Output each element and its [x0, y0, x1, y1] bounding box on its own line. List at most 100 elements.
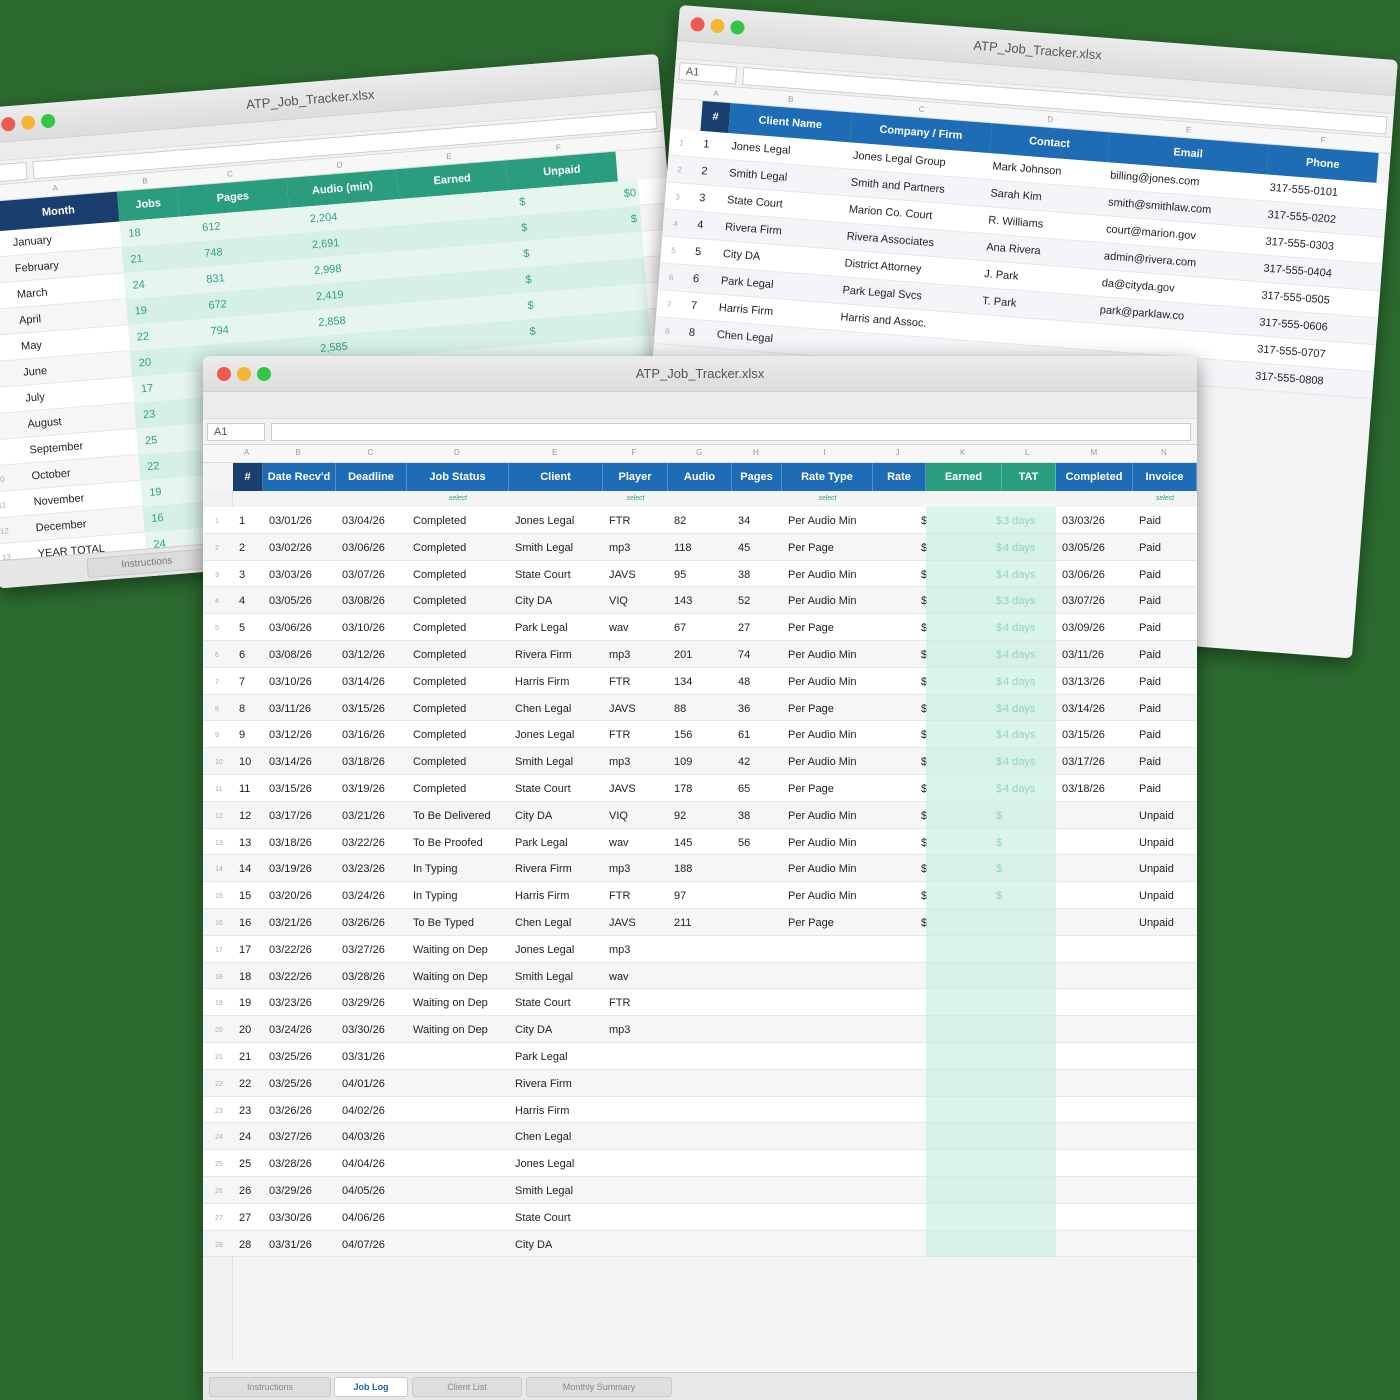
job-status-cell[interactable]: To Be Typed	[413, 917, 474, 929]
job-status-cell[interactable]: To Be Proofed	[413, 837, 483, 849]
job-status-cell[interactable]: Completed	[413, 542, 466, 554]
job-status-cell[interactable]: In Typing	[413, 890, 457, 902]
invoice-cell[interactable]: Unpaid	[1139, 837, 1174, 849]
tab-monthly-summary[interactable]: Monthly Summary	[526, 1377, 672, 1397]
player-cell[interactable]: FTR	[609, 890, 630, 902]
column-header-#[interactable]: #	[233, 463, 263, 491]
player-cell[interactable]: FTR	[609, 729, 630, 741]
invoice-cell[interactable]: Paid	[1139, 649, 1161, 661]
client-cell[interactable]: Rivera Firm	[515, 1078, 572, 1090]
job-status-cell[interactable]: Completed	[413, 569, 466, 581]
job-status-cell[interactable]: Waiting on Dep	[413, 944, 488, 956]
client-cell[interactable]: Smith Legal	[515, 971, 573, 983]
column-header-job-status[interactable]: Job Status	[407, 463, 509, 491]
invoice-cell[interactable]: Paid	[1139, 515, 1161, 527]
player-cell[interactable]: mp3	[609, 863, 630, 875]
client-cell[interactable]: City DA	[515, 1024, 552, 1036]
client-cell[interactable]: Park Legal	[515, 622, 568, 634]
client-cell[interactable]: City DA	[515, 810, 552, 822]
job-status-cell[interactable]: In Typing	[413, 863, 457, 875]
client-cell[interactable]: City DA	[515, 1239, 552, 1251]
tab-instructions[interactable]: Instructions	[209, 1377, 331, 1397]
tab-instructions[interactable]: Instructions	[86, 548, 208, 579]
player-cell[interactable]: mp3	[609, 1024, 630, 1036]
client-cell[interactable]: Harris Firm	[515, 676, 569, 688]
formula-input[interactable]	[271, 423, 1191, 441]
client-cell[interactable]: Jones Legal	[515, 515, 574, 527]
job-status-cell[interactable]: Completed	[413, 595, 466, 607]
column-header-client[interactable]: Client	[509, 463, 603, 491]
column-header-rate-type[interactable]: Rate Type	[782, 463, 873, 491]
column-header-pages[interactable]: Pages	[732, 463, 782, 491]
invoice-cell[interactable]: Unpaid	[1139, 863, 1174, 875]
client-cell[interactable]: Chen Legal	[515, 917, 571, 929]
player-cell[interactable]: VIQ	[609, 810, 628, 822]
job-status-cell[interactable]: Completed	[413, 783, 466, 795]
player-cell[interactable]: JAVS	[609, 703, 636, 715]
column-header-date-recv-d[interactable]: Date Recv'd	[263, 463, 336, 491]
column-header-player[interactable]: Player	[603, 463, 668, 491]
client-cell[interactable]: Harris Firm	[515, 890, 569, 902]
client-cell[interactable]: Jones Legal	[515, 944, 574, 956]
player-cell[interactable]: mp3	[609, 756, 630, 768]
cell-reference[interactable]: A1	[207, 423, 265, 441]
player-cell[interactable]: wav	[609, 837, 629, 849]
client-cell[interactable]: Chen Legal	[515, 703, 571, 715]
tab-client-list[interactable]: Client List	[412, 1377, 522, 1397]
cell-reference[interactable]: A1	[678, 62, 738, 85]
client-cell[interactable]: Rivera Firm	[515, 863, 572, 875]
column-header-rate[interactable]: Rate	[873, 463, 926, 491]
client-cell[interactable]: Chen Legal	[515, 1131, 571, 1143]
invoice-cell[interactable]: Paid	[1139, 783, 1161, 795]
job-status-cell[interactable]: Waiting on Dep	[413, 1024, 488, 1036]
client-cell[interactable]: State Court	[515, 1212, 571, 1224]
player-cell[interactable]: JAVS	[609, 917, 636, 929]
client-cell[interactable]: State Court	[515, 569, 571, 581]
player-cell[interactable]: mp3	[609, 944, 630, 956]
job-status-cell[interactable]: Completed	[413, 756, 466, 768]
player-cell[interactable]: JAVS	[609, 783, 636, 795]
job-status-cell[interactable]: Completed	[413, 729, 466, 741]
client-cell[interactable]: Smith Legal	[515, 542, 573, 554]
invoice-cell[interactable]: Paid	[1139, 569, 1161, 581]
player-cell[interactable]: JAVS	[609, 569, 636, 581]
job-status-cell[interactable]: Completed	[413, 676, 466, 688]
tab-job-log[interactable]: Job Log	[334, 1377, 408, 1397]
job-status-cell[interactable]: Waiting on Dep	[413, 997, 488, 1009]
invoice-cell[interactable]: Unpaid	[1139, 890, 1174, 902]
player-cell[interactable]: FTR	[609, 997, 630, 1009]
client-cell[interactable]: City DA	[515, 595, 552, 607]
job-status-cell[interactable]: Waiting on Dep	[413, 971, 488, 983]
column-header-audio[interactable]: Audio	[668, 463, 732, 491]
invoice-cell[interactable]: Paid	[1139, 542, 1161, 554]
column-header-invoice[interactable]: Invoice	[1133, 463, 1197, 491]
job-status-cell[interactable]: Completed	[413, 515, 466, 527]
invoice-cell[interactable]: Paid	[1139, 703, 1161, 715]
player-cell[interactable]: mp3	[609, 542, 630, 554]
job-status-cell[interactable]: Completed	[413, 703, 466, 715]
column-header-earned[interactable]: Earned	[926, 463, 1002, 491]
invoice-cell[interactable]: Paid	[1139, 676, 1161, 688]
job-status-cell[interactable]: To Be Delivered	[413, 810, 491, 822]
player-cell[interactable]: VIQ	[609, 595, 628, 607]
invoice-cell[interactable]: Paid	[1139, 729, 1161, 741]
client-cell[interactable]: Smith Legal	[515, 1185, 573, 1197]
invoice-cell[interactable]: Unpaid	[1139, 810, 1174, 822]
client-cell[interactable]: Park Legal	[515, 837, 568, 849]
client-cell[interactable]: Park Legal	[515, 1051, 568, 1063]
job-status-cell[interactable]: Completed	[413, 649, 466, 661]
column-header-completed[interactable]: Completed	[1056, 463, 1133, 491]
player-cell[interactable]: FTR	[609, 676, 630, 688]
client-cell[interactable]: Rivera Firm	[515, 649, 572, 661]
client-cell[interactable]: Jones Legal	[515, 729, 574, 741]
client-cell[interactable]: Smith Legal	[515, 756, 573, 768]
player-cell[interactable]: mp3	[609, 649, 630, 661]
job-status-cell[interactable]: Completed	[413, 622, 466, 634]
player-cell[interactable]: FTR	[609, 515, 630, 527]
column-header-tat[interactable]: TAT	[1002, 463, 1056, 491]
invoice-cell[interactable]: Unpaid	[1139, 917, 1174, 929]
player-cell[interactable]: wav	[609, 622, 629, 634]
invoice-cell[interactable]: Paid	[1139, 595, 1161, 607]
column-header-deadline[interactable]: Deadline	[336, 463, 407, 491]
client-cell[interactable]: State Court	[515, 783, 571, 795]
